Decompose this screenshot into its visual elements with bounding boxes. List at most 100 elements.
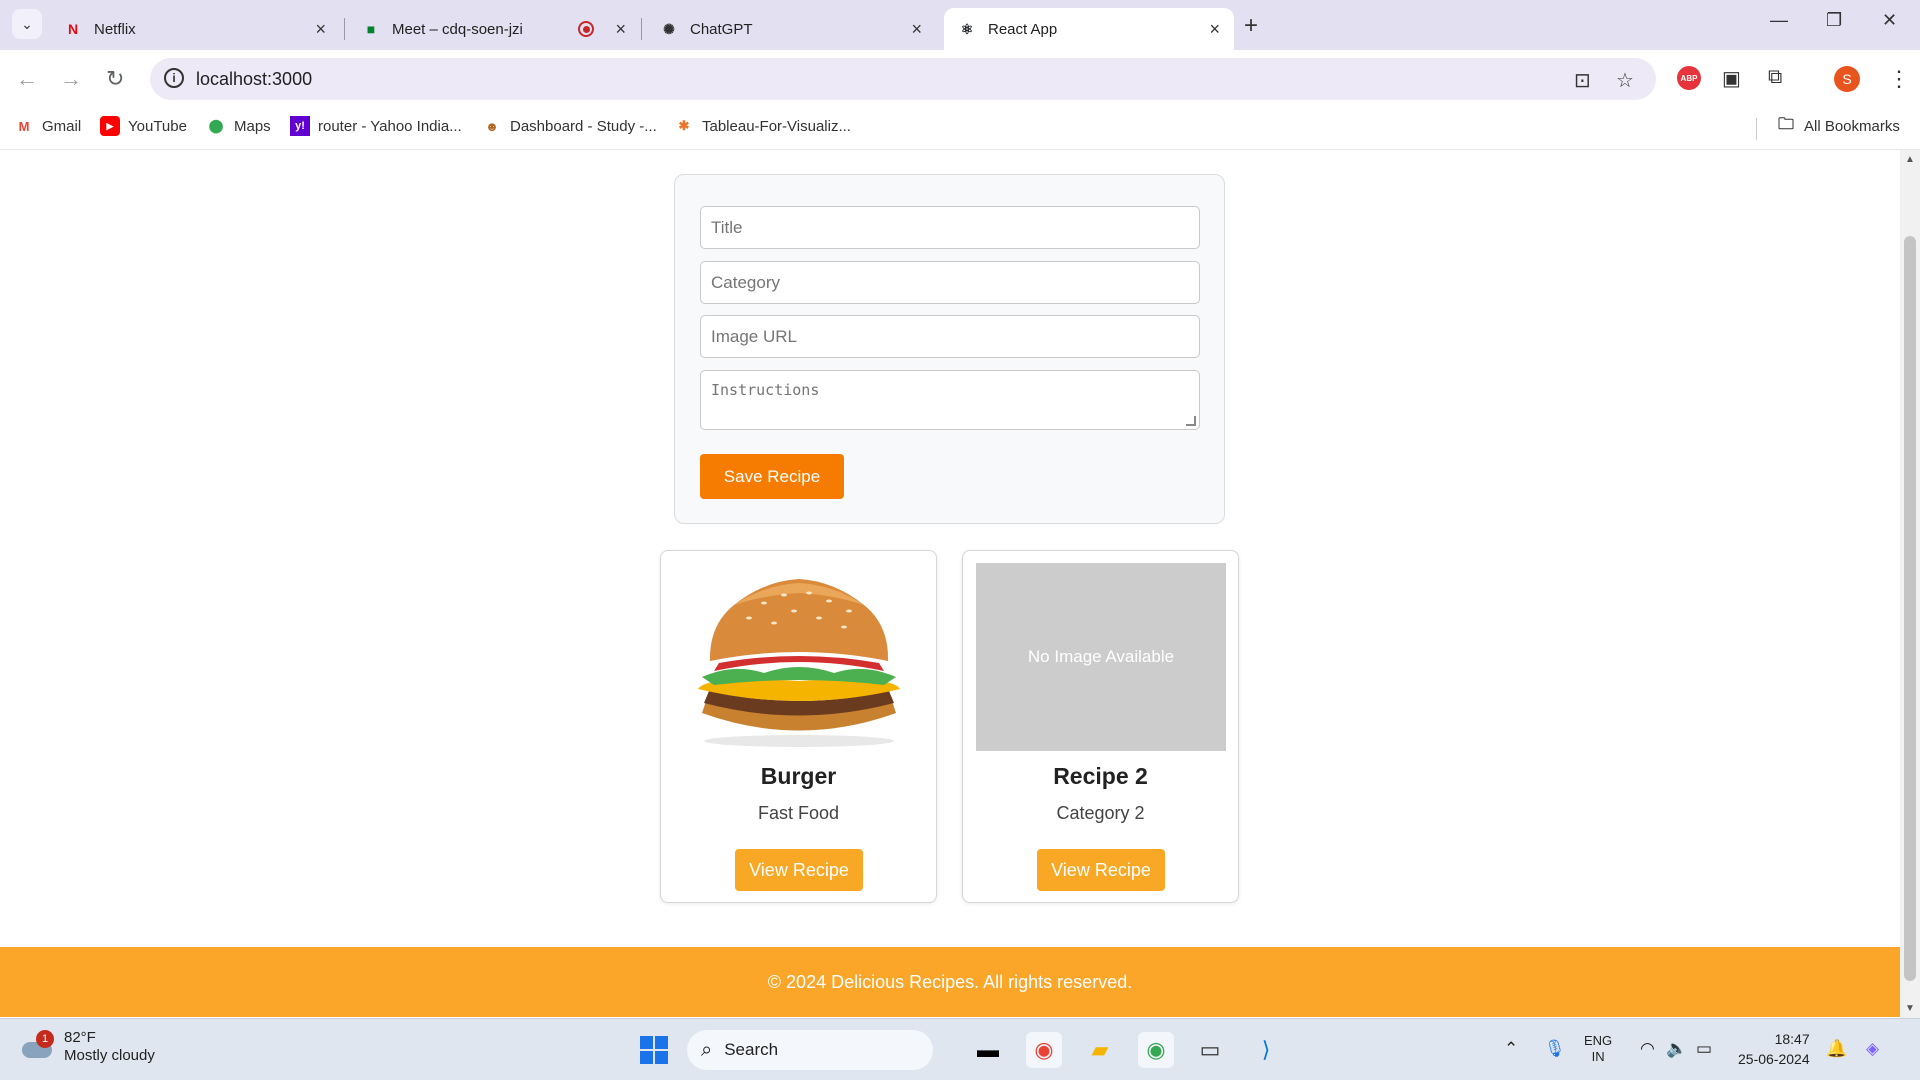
weather-desc: Mostly cloudy (64, 1047, 155, 1064)
chrome-icon[interactable]: ◉ (1138, 1032, 1174, 1068)
close-icon[interactable]: × (615, 19, 626, 40)
close-icon[interactable]: × (315, 19, 326, 40)
taskbar-search[interactable]: ⌕ Search (687, 1030, 933, 1070)
tab-title: React App (988, 20, 1058, 38)
restore-icon[interactable]: ❐ (1826, 10, 1842, 31)
weather-widget[interactable]: 1 82°F Mostly cloudy (20, 1029, 155, 1065)
bookmark-gmail[interactable]: M Gmail (14, 116, 82, 136)
reload-icon[interactable]: ↻ (106, 66, 124, 92)
instructions-textarea[interactable]: Instructions (700, 370, 1200, 430)
notification-badge: 1 (36, 1030, 54, 1048)
windows-taskbar: 1 82°F Mostly cloudy ⌕ Search ▬ ◉ ▰ ◉ ▭ … (0, 1018, 1920, 1080)
show-hidden-icons-icon[interactable]: ⌃ (1504, 1039, 1518, 1059)
youtube-icon: ▶ (100, 116, 120, 136)
recipe-card: Burger Fast Food View Recipe (660, 550, 937, 903)
recipe-title: Burger (760, 763, 837, 789)
bookmark-label: YouTube (128, 117, 187, 135)
resize-handle-icon[interactable] (1186, 416, 1196, 426)
tab-title: ChatGPT (690, 20, 753, 38)
study-icon: ☻ (485, 118, 499, 134)
bookmark-label: Dashboard - Study -... (510, 117, 657, 135)
save-recipe-button[interactable]: Save Recipe (700, 454, 844, 499)
category-input[interactable] (700, 261, 1200, 304)
recording-icon (578, 21, 594, 37)
vscode-icon[interactable]: ⟩ (1248, 1032, 1284, 1068)
burger-image (674, 563, 924, 751)
bookmark-maps[interactable]: ⬤ Maps (206, 116, 271, 136)
weather-temp: 82°F (64, 1029, 96, 1046)
bookmark-dashboard[interactable]: ☻ Dashboard - Study -... (482, 116, 657, 136)
bookmark-youtube[interactable]: ▶ YouTube (100, 116, 187, 136)
view-recipe-button[interactable]: View Recipe (735, 849, 863, 891)
new-tab-button[interactable]: + (1244, 12, 1258, 40)
url-text[interactable]: localhost:3000 (196, 69, 312, 90)
image-url-input[interactable] (700, 315, 1200, 358)
minimize-icon[interactable]: — (1770, 10, 1788, 31)
all-bookmarks-button[interactable]: 🗀 All Bookmarks (1776, 116, 1900, 136)
back-icon[interactable]: ← (16, 66, 38, 92)
windows-start-icon[interactable] (640, 1036, 668, 1064)
recipe-form: Instructions Save Recipe (674, 174, 1225, 524)
close-icon[interactable]: × (1209, 19, 1220, 40)
bookmarks-divider (1756, 118, 1757, 140)
address-bar[interactable]: i localhost:3000 ⊡ ☆ (150, 58, 1656, 100)
chrome-profile-icon[interactable]: ◉ (1026, 1032, 1062, 1068)
microphone-icon[interactable]: 🎙 (1544, 1039, 1566, 1059)
tab-chatgpt[interactable]: ✺ ChatGPT × (646, 8, 936, 50)
clock-time: 18:47 (1774, 1031, 1810, 1047)
page-scrollbar[interactable]: ▲ ▼ (1900, 150, 1920, 1018)
bookmark-label: router - Yahoo India... (318, 117, 462, 135)
search-icon: ⌕ (701, 1038, 713, 1061)
scroll-thumb[interactable] (1904, 236, 1916, 981)
tab-title: Meet – cdq-soen-jzi (392, 20, 523, 38)
close-icon[interactable]: × (911, 19, 922, 40)
page-footer: © 2024 Delicious Recipes. All rights res… (0, 947, 1900, 1017)
bookmark-tableau[interactable]: ✱ Tableau-For-Visualiz... (674, 116, 851, 136)
scroll-up-icon[interactable]: ▲ (1905, 154, 1915, 165)
bookmark-label: Tableau-For-Visualiz... (702, 117, 851, 135)
no-image-placeholder: No Image Available (976, 563, 1226, 751)
menu-icon[interactable]: ⋮ (1888, 66, 1910, 92)
bookmark-yahoo[interactable]: y! router - Yahoo India... (290, 116, 462, 136)
tab-react-app[interactable]: ⚛ React App × (944, 8, 1234, 50)
task-view-icon[interactable]: ▬ (970, 1032, 1006, 1068)
adblock-icon[interactable]: ABP (1677, 66, 1701, 90)
gmail-icon: M (18, 118, 30, 134)
picture-in-picture-icon[interactable]: ▣ (1722, 66, 1741, 91)
tab-netflix[interactable]: N Netflix × (50, 8, 340, 50)
file-explorer-icon[interactable]: ▰ (1082, 1032, 1118, 1068)
netflix-icon: N (67, 21, 79, 37)
footer-text: © 2024 Delicious Recipes. All rights res… (767, 971, 1133, 992)
volume-icon[interactable]: 🔈 (1666, 1039, 1687, 1059)
maps-icon: ⬤ (208, 118, 224, 133)
cloud-icon: 1 (20, 1030, 54, 1062)
tab-meet[interactable]: ■ Meet – cdq-soen-jzi × (348, 8, 640, 50)
close-window-icon[interactable]: ✕ (1882, 10, 1897, 31)
notifications-icon[interactable]: 🔔 (1826, 1039, 1847, 1059)
site-info-icon[interactable]: i (164, 68, 184, 88)
install-app-icon[interactable]: ⊡ (1574, 68, 1591, 93)
search-label: Search (724, 1040, 779, 1059)
page-viewport: Instructions Save Recipe (0, 150, 1900, 1018)
language-indicator[interactable]: ENG IN (1584, 1033, 1612, 1065)
clock-date: 25-06-2024 (1738, 1051, 1810, 1067)
yahoo-icon: y! (290, 116, 310, 136)
bookmark-star-icon[interactable]: ☆ (1616, 68, 1634, 93)
tab-search-button[interactable]: ⌄ (12, 9, 42, 39)
view-recipe-button[interactable]: View Recipe (1037, 849, 1165, 891)
battery-icon[interactable]: ▭ (1696, 1039, 1712, 1059)
instructions-placeholder: Instructions (711, 381, 820, 399)
bookmarks-bar: M Gmail ▶ YouTube ⬤ Maps y! router - Yah… (0, 108, 1920, 150)
wifi-icon[interactable]: ◠ (1640, 1039, 1655, 1059)
extensions-icon[interactable]: ⧉ (1768, 66, 1782, 89)
forward-icon[interactable]: → (60, 66, 82, 92)
scroll-down-icon[interactable]: ▼ (1905, 1003, 1915, 1014)
profile-avatar[interactable]: S (1834, 66, 1860, 92)
tab-divider (641, 18, 642, 40)
copilot-icon[interactable]: ◈ (1866, 1039, 1879, 1059)
terminal-icon[interactable]: ▭ (1192, 1032, 1228, 1068)
title-input[interactable] (700, 206, 1200, 249)
recipe-category: Fast Food (757, 803, 840, 823)
bookmark-label: Maps (234, 117, 271, 135)
system-clock[interactable]: 18:47 25-06-2024 (1738, 1029, 1810, 1069)
